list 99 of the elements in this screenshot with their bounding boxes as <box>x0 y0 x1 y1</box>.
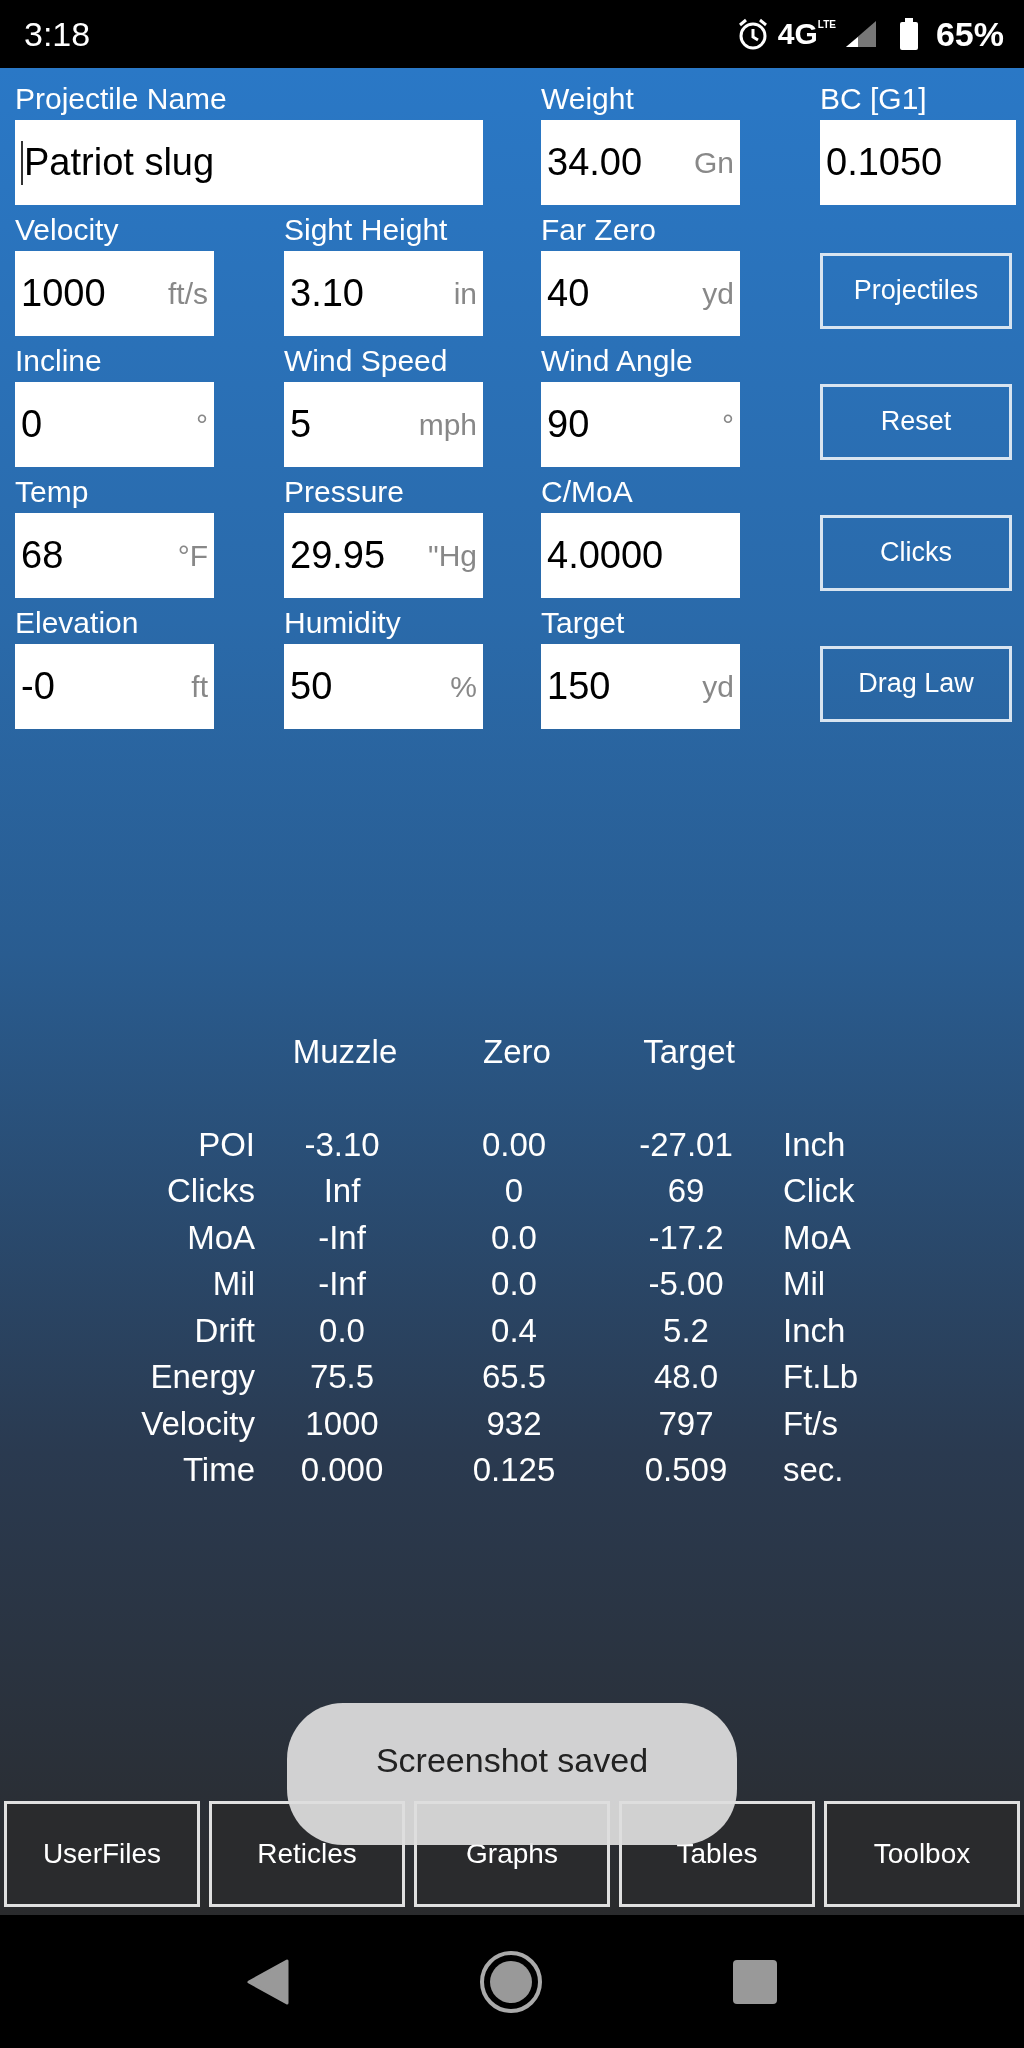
unit-label: Inch <box>782 1310 847 1351</box>
field-label: Humidity <box>284 605 402 641</box>
side-button[interactable]: Clicks <box>820 514 1012 591</box>
input-field[interactable]: 50 % <box>284 644 483 729</box>
field-label: BC [G1] <box>820 81 928 117</box>
field-label: Incline <box>15 343 103 379</box>
table-cell-text: 48.0 <box>652 1357 720 1397</box>
toolbar-button[interactable]: Toolbox <box>824 1801 1020 1907</box>
unit-label: yd <box>702 276 734 311</box>
table-cell-text: 0.509 <box>643 1450 729 1490</box>
unit-label: Inch <box>782 1124 847 1165</box>
field-label: Temp <box>15 474 90 510</box>
column-header: Zero <box>482 1032 552 1072</box>
table-cell-text: -Inf <box>317 1264 367 1304</box>
unit-label: "Hg <box>428 538 477 573</box>
back-icon[interactable] <box>247 1958 289 2005</box>
input-field[interactable]: -0 ft <box>15 644 214 729</box>
unit-label: Ft/s <box>782 1403 839 1444</box>
unit-label: yd <box>702 669 734 704</box>
unit-label: % <box>450 669 477 704</box>
table-cell-text: -17.2 <box>647 1217 725 1258</box>
input-field[interactable]: 68 °F <box>15 513 214 598</box>
side-button[interactable]: Drag Law <box>820 645 1012 722</box>
row-label: Clicks <box>166 1171 255 1211</box>
input-field[interactable]: 150 yd <box>541 644 740 729</box>
unit-label: Mil <box>782 1264 827 1304</box>
table-cell-text: -Inf <box>317 1217 367 1258</box>
table-cell-text: 65.5 <box>480 1357 548 1397</box>
unit-label: ft <box>191 669 208 704</box>
table-cell-text: 5.2 <box>662 1310 710 1351</box>
unit-label: in <box>453 276 477 311</box>
row-label: POI <box>197 1124 255 1165</box>
input-field[interactable]: 3.10 in <box>284 251 483 336</box>
network-subtype: LTE <box>817 19 836 30</box>
input-field[interactable]: 5 mph <box>284 382 483 467</box>
field-label: Velocity <box>15 212 120 248</box>
field-label: Pressure <box>284 474 406 510</box>
row-label: Drift <box>193 1310 255 1351</box>
input-field[interactable]: Patriot slug <box>15 120 483 205</box>
field-label: Elevation <box>15 605 140 641</box>
unit-label: ° <box>196 407 208 442</box>
field-label: Far Zero <box>541 212 658 248</box>
input-field[interactable]: 0.1050 <box>820 120 1016 205</box>
unit-label: Gn <box>693 145 734 180</box>
field-label: Wind Angle <box>541 343 694 379</box>
table-cell-text: -5.00 <box>647 1264 725 1304</box>
input-field[interactable]: 90 ° <box>541 382 740 467</box>
table-cell-text: 0.4 <box>490 1310 538 1351</box>
table-cell-text: 0.0 <box>490 1264 538 1304</box>
table-cell-text: 69 <box>666 1171 706 1211</box>
row-label: Mil <box>211 1264 255 1304</box>
unit-label: mph <box>418 407 477 442</box>
input-field[interactable]: 34.00 Gn <box>541 120 740 205</box>
row-label: MoA <box>186 1217 255 1258</box>
table-cell-text: 0.0 <box>318 1310 366 1351</box>
table-cell-text: 0 <box>503 1171 525 1211</box>
table-cell-text: 0.00 <box>480 1124 548 1165</box>
row-label: Time <box>181 1450 255 1490</box>
unit-label: MoA <box>782 1217 852 1258</box>
network-type: 4G <box>777 19 818 49</box>
table-cell-text: -3.10 <box>303 1124 381 1165</box>
field-label: C/MoA <box>541 474 634 510</box>
unit-label: Ft.Lb <box>782 1357 860 1397</box>
unit-label: sec. <box>782 1450 845 1490</box>
input-field[interactable]: 4.0000 <box>541 513 740 598</box>
table-cell-text: 932 <box>485 1403 543 1444</box>
row-label: Velocity <box>140 1403 255 1444</box>
field-label: Sight Height <box>284 212 449 248</box>
field-label: Wind Speed <box>284 343 449 379</box>
battery-level: 65% <box>935 14 1004 54</box>
table-cell-text: 797 <box>657 1403 715 1444</box>
input-field[interactable]: 0 ° <box>15 382 214 467</box>
battery-icon <box>899 18 918 50</box>
field-label: Projectile Name <box>15 81 228 117</box>
table-cell-text: Inf <box>322 1171 362 1211</box>
input-field[interactable]: 1000 ft/s <box>15 251 214 336</box>
table-cell-text: 75.5 <box>308 1357 376 1397</box>
unit-label: ft/s <box>168 276 208 311</box>
table-cell-text: -27.01 <box>638 1124 734 1165</box>
side-button[interactable]: Projectiles <box>820 252 1012 329</box>
input-field[interactable]: 40 yd <box>541 251 740 336</box>
row-label: Energy <box>149 1357 255 1397</box>
table-cell-text: 1000 <box>304 1403 380 1444</box>
field-label: Target <box>541 605 626 641</box>
column-header: Muzzle <box>291 1032 399 1072</box>
toolbar-button[interactable]: UserFiles <box>4 1801 200 1907</box>
unit-label: Click <box>782 1171 856 1211</box>
clock-time: 3:18 <box>24 14 91 54</box>
side-button[interactable]: Reset <box>820 383 1012 460</box>
unit-label: °F <box>177 538 208 573</box>
recents-icon[interactable] <box>733 1959 777 2004</box>
home-icon[interactable] <box>479 1949 543 2014</box>
field-label: Weight <box>541 81 635 117</box>
column-header: Target <box>642 1032 736 1072</box>
input-field[interactable]: 29.95 "Hg <box>284 513 483 598</box>
table-cell-text: 0.125 <box>471 1450 557 1490</box>
table-cell-text: 0.0 <box>490 1217 538 1258</box>
table-cell-text: 0.000 <box>299 1450 385 1490</box>
unit-label: ° <box>722 407 734 442</box>
